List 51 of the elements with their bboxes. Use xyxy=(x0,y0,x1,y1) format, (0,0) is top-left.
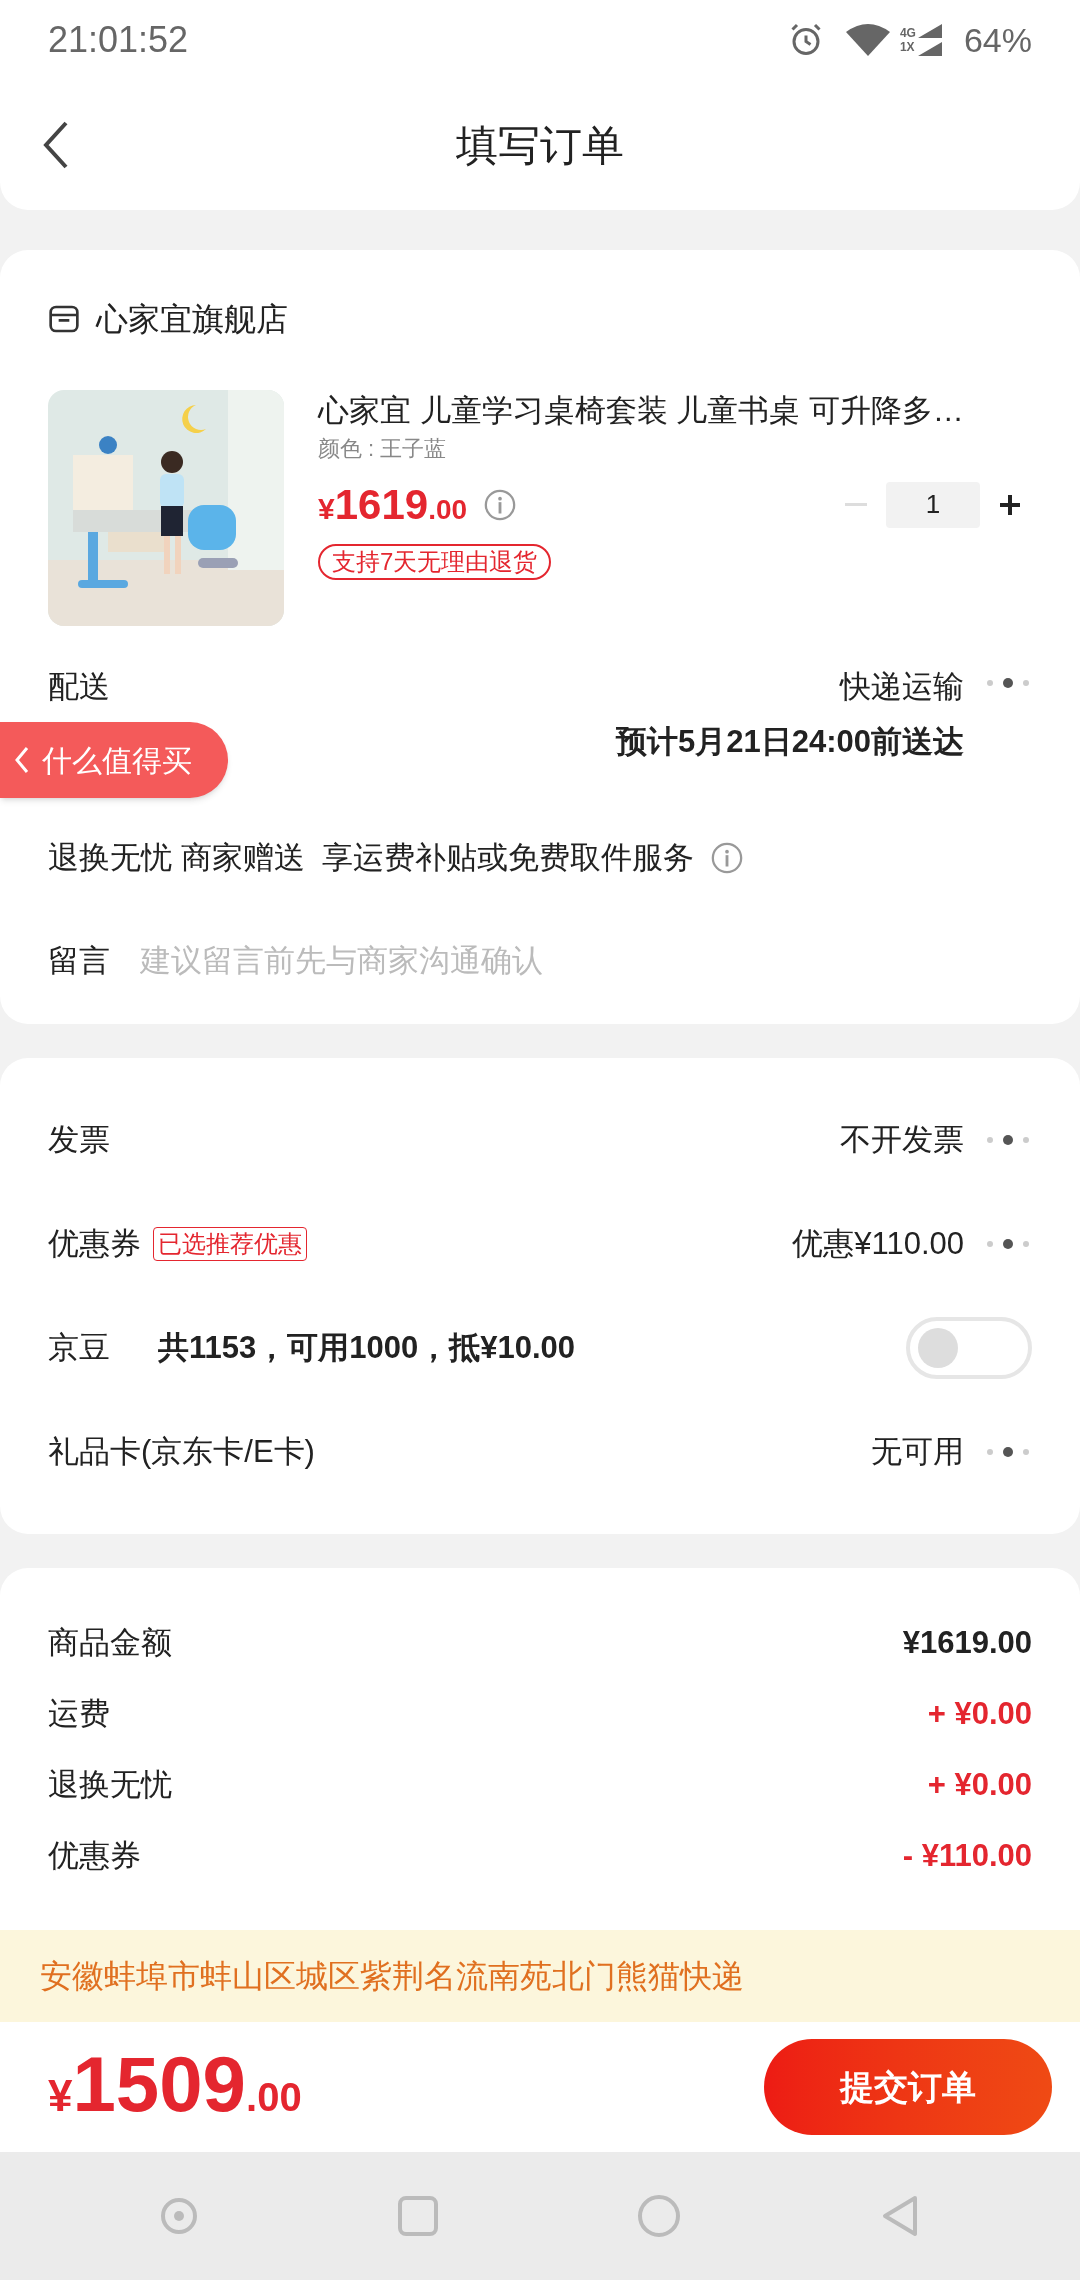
more-icon xyxy=(984,1237,1032,1251)
price: ¥1509.00 xyxy=(48,2045,302,2129)
store-name: 心家宜旗舰店 xyxy=(96,300,288,339)
option-badge: 已选推荐优惠 xyxy=(153,1227,307,1261)
store-icon xyxy=(48,303,80,335)
delivery-method[interactable]: 快递运输 xyxy=(840,664,964,711)
summary-label: 商品金额 xyxy=(48,1624,172,1663)
delivery-label: 配送 xyxy=(48,668,110,706)
recents-button[interactable] xyxy=(397,2195,439,2237)
home-button[interactable] xyxy=(637,2194,681,2238)
note-field[interactable]: 建议留言前先与商家沟通确认 xyxy=(140,937,1032,984)
summary-value: ¥1619.00 xyxy=(902,1624,1032,1663)
more-icon xyxy=(984,1445,1032,1459)
option-value[interactable]: 优惠¥110.00 xyxy=(792,1220,964,1268)
summary-label: 退换无忧 xyxy=(48,1766,172,1805)
price: ¥1619.00 xyxy=(318,480,468,530)
network-label: 4G xyxy=(899,26,916,40)
status-time: 21:01:52 xyxy=(48,18,189,62)
delivery-estimate: 预计5月21日24:00前送达 xyxy=(616,722,964,761)
option-value[interactable]: 无可用 xyxy=(871,1428,964,1476)
chevron-left-icon xyxy=(14,746,30,774)
assist-button[interactable] xyxy=(159,2196,199,2236)
product-variant: 颜色 : 王子蓝 xyxy=(318,435,448,463)
summary-value: + ¥0.00 xyxy=(927,1766,1032,1805)
service-text: 退换无忧 商家赠送 享运费补贴或免费取件服务 xyxy=(48,839,694,877)
minus-icon xyxy=(845,502,867,507)
network-label: 1X xyxy=(899,40,916,54)
info-icon[interactable] xyxy=(483,487,518,522)
wifi-icon xyxy=(843,22,892,58)
product-title[interactable]: 心家宜 儿童学习桌椅套装 儿童书桌 可升降多… xyxy=(318,390,1032,432)
summary-value: - ¥110.00 xyxy=(902,1837,1032,1876)
summary-value: + ¥0.00 xyxy=(927,1695,1032,1734)
more-icon xyxy=(984,1133,1032,1147)
quantity-field[interactable]: 1 xyxy=(886,481,980,528)
info-icon[interactable] xyxy=(709,841,744,876)
summary-label: 优惠券 xyxy=(48,1837,141,1876)
option-detail: 共1153，可用1000，抵¥10.00 xyxy=(158,1328,576,1367)
address-text: 安徽蚌埠市蚌山区城区紫荆名流南苑北门熊猫快递 xyxy=(40,1957,744,1996)
page-title: 填写订单 xyxy=(456,120,624,171)
summary-label: 运费 xyxy=(48,1695,110,1734)
option-label: 京豆 xyxy=(48,1328,110,1367)
note-label: 留言 xyxy=(48,941,110,980)
option-label: 优惠券 xyxy=(48,1224,141,1263)
option-label: 发票 xyxy=(48,1120,110,1159)
more-icon xyxy=(984,676,1032,690)
option-label: 礼品卡(京东卡/E卡) xyxy=(48,1432,315,1471)
return-policy-tag: 支持7天无理由退货 xyxy=(318,544,552,580)
option-value[interactable]: 不开发票 xyxy=(840,1116,964,1164)
submit-order-button[interactable]: 提交订单 xyxy=(764,2039,1052,2135)
plus-icon xyxy=(999,493,1021,516)
battery-percent: 64% xyxy=(963,19,1032,61)
